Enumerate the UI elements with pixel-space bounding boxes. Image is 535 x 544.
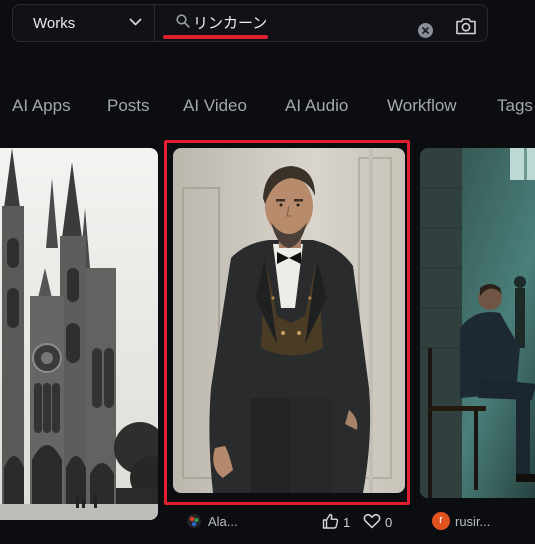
search-icon (176, 14, 190, 28)
category-nav: AI Apps Posts AI Video AI Audio Workflow… (0, 96, 535, 120)
search-scope-dropdown[interactable]: Works (13, 5, 155, 41)
author-name[interactable]: Ala... (208, 514, 238, 529)
favorite-count: 0 (385, 515, 393, 530)
query-highlight-underline (163, 35, 268, 39)
close-icon (422, 27, 429, 34)
clear-search-button[interactable] (418, 23, 433, 38)
search-input[interactable] (193, 11, 403, 33)
author-avatar-right[interactable]: r (432, 512, 450, 530)
cathedral-image (0, 148, 158, 520)
thumbs-up-icon[interactable] (322, 513, 339, 529)
avatar-letter: r (439, 514, 443, 526)
nav-item-ai-apps[interactable]: AI Apps (12, 96, 71, 116)
gallery-card-cathedral[interactable] (0, 148, 158, 520)
chevron-down-icon (129, 18, 142, 26)
nav-item-workflow[interactable]: Workflow (387, 96, 457, 116)
seated-man-image (420, 148, 535, 498)
search-scope-label: Works (33, 15, 76, 32)
author-name-right[interactable]: rusir... (455, 514, 490, 529)
author-avatar[interactable] (187, 514, 201, 528)
gallery-card-lincoln[interactable] (173, 148, 405, 493)
lincoln-portrait-image (173, 148, 405, 493)
like-count: 1 (343, 515, 351, 530)
nav-item-ai-audio[interactable]: AI Audio (285, 96, 348, 116)
heart-icon[interactable] (363, 513, 381, 529)
camera-icon[interactable] (455, 17, 477, 35)
nav-item-ai-video[interactable]: AI Video (183, 96, 247, 116)
page: Works AI Apps Posts AI Video AI Audio (0, 0, 535, 544)
nav-item-tags[interactable]: Tags (497, 96, 533, 116)
nav-item-posts[interactable]: Posts (107, 96, 150, 116)
gallery-card-man-seated[interactable] (420, 148, 535, 498)
